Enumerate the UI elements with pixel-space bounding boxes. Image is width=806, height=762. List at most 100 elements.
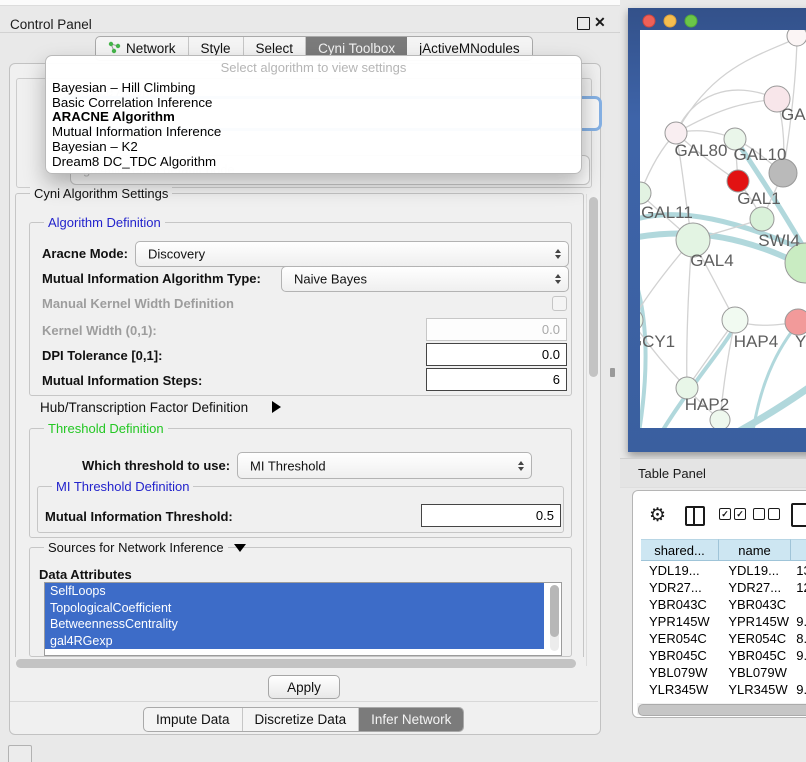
list-item-betweennesscentrality[interactable]: BetweennessCentrality xyxy=(45,616,544,633)
tab-impute-data[interactable]: Impute Data xyxy=(144,708,243,731)
table-row[interactable]: YIL052CYIL052C9 xyxy=(641,698,806,702)
cyni-bottom-tabbar: Impute Data Discretize Data Infer Networ… xyxy=(143,707,464,732)
label-hap4: HAP4 xyxy=(734,332,778,351)
label-gal1: GAL1 xyxy=(737,189,780,208)
manual-kernel-width-label: Manual Kernel Width Definition xyxy=(42,296,234,311)
table-row[interactable]: YDL19...YDL19...13 xyxy=(641,562,806,579)
sources-title: Sources for Network Inference xyxy=(44,540,228,555)
settings-vertical-scrollbar[interactable] xyxy=(586,194,600,666)
column-header-partial[interactable] xyxy=(791,539,806,561)
table-panel-body: ⚙ ✓✓ shared... name YDL19...YDL19...13 Y… xyxy=(632,490,806,718)
column-header-shared-name[interactable]: shared... xyxy=(641,539,719,561)
threshold-definition-title: Threshold Definition xyxy=(44,421,168,436)
which-threshold-label: Which threshold to use: xyxy=(82,458,230,473)
corner-button-partial[interactable] xyxy=(8,745,32,762)
attribute-list-scrollbar[interactable] xyxy=(550,585,559,651)
table-row[interactable]: YBL079WYBL079W xyxy=(641,664,806,681)
tab-discretize-data[interactable]: Discretize Data xyxy=(243,708,360,731)
tab-discretize-data-label: Discretize Data xyxy=(255,712,347,727)
label-y-partial: Y xyxy=(795,332,806,351)
table-row[interactable]: YBR045CYBR045C9. xyxy=(641,647,806,664)
apply-button[interactable]: Apply xyxy=(268,675,340,699)
combo-stepper-icon xyxy=(518,461,524,471)
combo-stepper-icon xyxy=(555,274,561,284)
gear-icon[interactable]: ⚙ xyxy=(649,504,666,527)
mi-steps-value: 6 xyxy=(553,372,560,387)
table-panel-title: Table Panel xyxy=(638,466,706,481)
aracne-mode-combobox[interactable]: Discovery xyxy=(135,241,569,267)
popup-item-bayesian-hill-climbing[interactable]: Bayesian – Hill Climbing xyxy=(52,81,575,96)
which-threshold-combobox[interactable]: MI Threshold xyxy=(237,452,532,479)
tab-select-label: Select xyxy=(256,41,294,56)
mac-close-button[interactable] xyxy=(643,15,655,27)
mac-zoom-button[interactable] xyxy=(685,15,697,27)
export-table-icon[interactable] xyxy=(791,503,806,527)
popup-item-aracne[interactable]: ARACNE Algorithm xyxy=(52,110,575,125)
popup-item-dream8[interactable]: Dream8 DC_TDC Algorithm xyxy=(52,155,575,170)
mi-threshold-field[interactable]: 0.5 xyxy=(421,504,561,527)
label-gal10: GAL10 xyxy=(734,145,787,164)
settings-horizontal-scrollbar[interactable] xyxy=(14,657,586,670)
table-rows[interactable]: YDL19...YDL19...13 YDR27...YDR27...12 YB… xyxy=(641,562,806,702)
mac-minimize-button[interactable] xyxy=(664,15,676,27)
control-panel-title: Control Panel xyxy=(10,17,92,32)
mi-threshold-definition-title: MI Threshold Definition xyxy=(52,479,193,494)
panel-splitter-handle[interactable] xyxy=(610,368,615,377)
tab-network-label: Network xyxy=(126,41,176,56)
table-row[interactable]: YER054CYER054C8. xyxy=(641,630,806,647)
table-row[interactable]: YDR27...YDR27...12 xyxy=(641,579,806,596)
table-row[interactable]: YLR345WYLR345W9. xyxy=(641,681,806,698)
app: Control Panel ✕ Network Style Select Cyn… xyxy=(0,0,806,762)
sources-collapse-arrow-icon[interactable] xyxy=(234,544,246,552)
node-hap4[interactable] xyxy=(722,307,748,333)
kernel-width-field[interactable]: 0.0 xyxy=(426,318,567,341)
hub-definition-label: Hub/Transcription Factor Definition xyxy=(40,400,248,415)
data-attributes-list[interactable]: SelfLoops TopologicalCoefficient Between… xyxy=(44,582,562,656)
table-row[interactable]: YPR145WYPR145W9. xyxy=(641,613,806,630)
network-canvas[interactable]: GAL GAL80 GAL10 GAL1 GAL11 SWI4 GAL4 GCY… xyxy=(628,8,806,452)
data-attributes-label: Data Attributes xyxy=(39,567,132,582)
list-item-selfloops[interactable]: SelfLoops xyxy=(45,583,544,600)
table-panel-header: Table Panel xyxy=(620,458,806,488)
list-item-gal4rgexp[interactable]: gal4RGexp xyxy=(45,633,544,650)
aracne-mode-value: Discovery xyxy=(148,247,205,262)
node-gal1[interactable] xyxy=(750,207,774,231)
popup-item-mutual-information[interactable]: Mutual Information Inference xyxy=(52,125,575,140)
columns-icon[interactable] xyxy=(685,506,705,526)
mi-steps-label: Mutual Information Steps: xyxy=(42,373,202,388)
select-all-checkboxes-icon[interactable]: ✓✓ xyxy=(719,508,746,520)
algorithm-definition-title: Algorithm Definition xyxy=(44,215,165,230)
mi-algorithm-type-label: Mutual Information Algorithm Type: xyxy=(42,271,261,286)
close-panel-icon[interactable]: ✕ xyxy=(594,14,606,31)
tab-cyni-toolbox-label: Cyni Toolbox xyxy=(318,41,395,56)
float-panel-icon[interactable] xyxy=(577,17,590,30)
label-gal80: GAL80 xyxy=(675,141,728,160)
list-item-topologicalcoefficient[interactable]: TopologicalCoefficient xyxy=(45,600,544,617)
table-horizontal-scrollbar[interactable] xyxy=(637,703,806,715)
dpi-tolerance-field[interactable]: 0.0 xyxy=(426,343,567,366)
algorithm-popup: Select algorithm to view settings Bayesi… xyxy=(45,55,582,174)
manual-kernel-width-checkbox[interactable] xyxy=(552,296,567,311)
aracne-mode-label: Aracne Mode: xyxy=(42,246,128,261)
deselect-all-checkboxes-icon[interactable] xyxy=(753,508,780,520)
popup-item-bayesian-k2[interactable]: Bayesian – K2 xyxy=(52,140,575,155)
mi-threshold-label: Mutual Information Threshold: xyxy=(45,509,233,524)
mi-steps-field[interactable]: 6 xyxy=(426,368,567,391)
column-header-name[interactable]: name xyxy=(719,539,791,561)
label-swi4: SWI4 xyxy=(758,231,800,250)
tab-infer-network-label: Infer Network xyxy=(371,712,451,727)
label-gal11: GAL11 xyxy=(641,203,693,222)
table-row[interactable]: YBR043CYBR043C xyxy=(641,596,806,613)
kernel-width-value: 0.0 xyxy=(542,322,560,337)
network-view-window[interactable]: GAL GAL80 GAL10 GAL1 GAL11 SWI4 GAL4 GCY… xyxy=(628,8,806,452)
hub-expand-arrow-icon[interactable] xyxy=(272,401,281,413)
popup-item-basic-correlation[interactable]: Basic Correlation Inference xyxy=(52,96,575,111)
kernel-width-label: Kernel Width (0,1): xyxy=(42,323,157,338)
algorithm-popup-prompt: Select algorithm to view settings xyxy=(46,60,581,75)
tab-infer-network[interactable]: Infer Network xyxy=(359,708,463,731)
mi-algorithm-type-combobox[interactable]: Naive Bayes xyxy=(281,266,569,292)
dpi-tolerance-value: 0.0 xyxy=(542,347,560,362)
tab-impute-data-label: Impute Data xyxy=(156,712,230,727)
label-gal: GAL xyxy=(781,105,806,124)
table-header-row: shared... name xyxy=(641,539,806,561)
